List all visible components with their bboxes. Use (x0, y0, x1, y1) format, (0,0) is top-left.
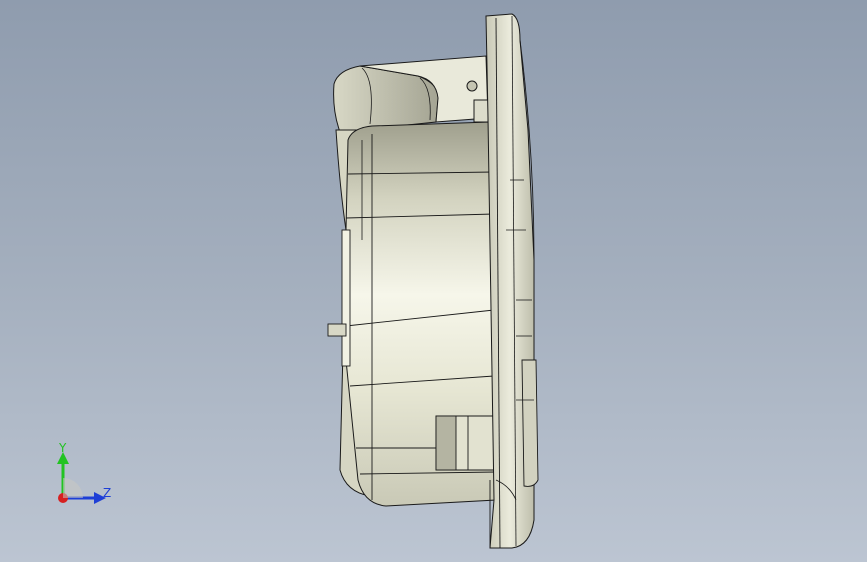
cad-model-part[interactable] (0, 0, 867, 562)
axis-y-label: Y (59, 441, 67, 455)
axis-triad: Y Z (44, 440, 124, 510)
axis-z-label: Z (103, 486, 112, 500)
triad-arrows-icon (57, 452, 106, 504)
flange-boss (521, 359, 539, 487)
cad-viewport[interactable]: Y Z (0, 0, 867, 562)
